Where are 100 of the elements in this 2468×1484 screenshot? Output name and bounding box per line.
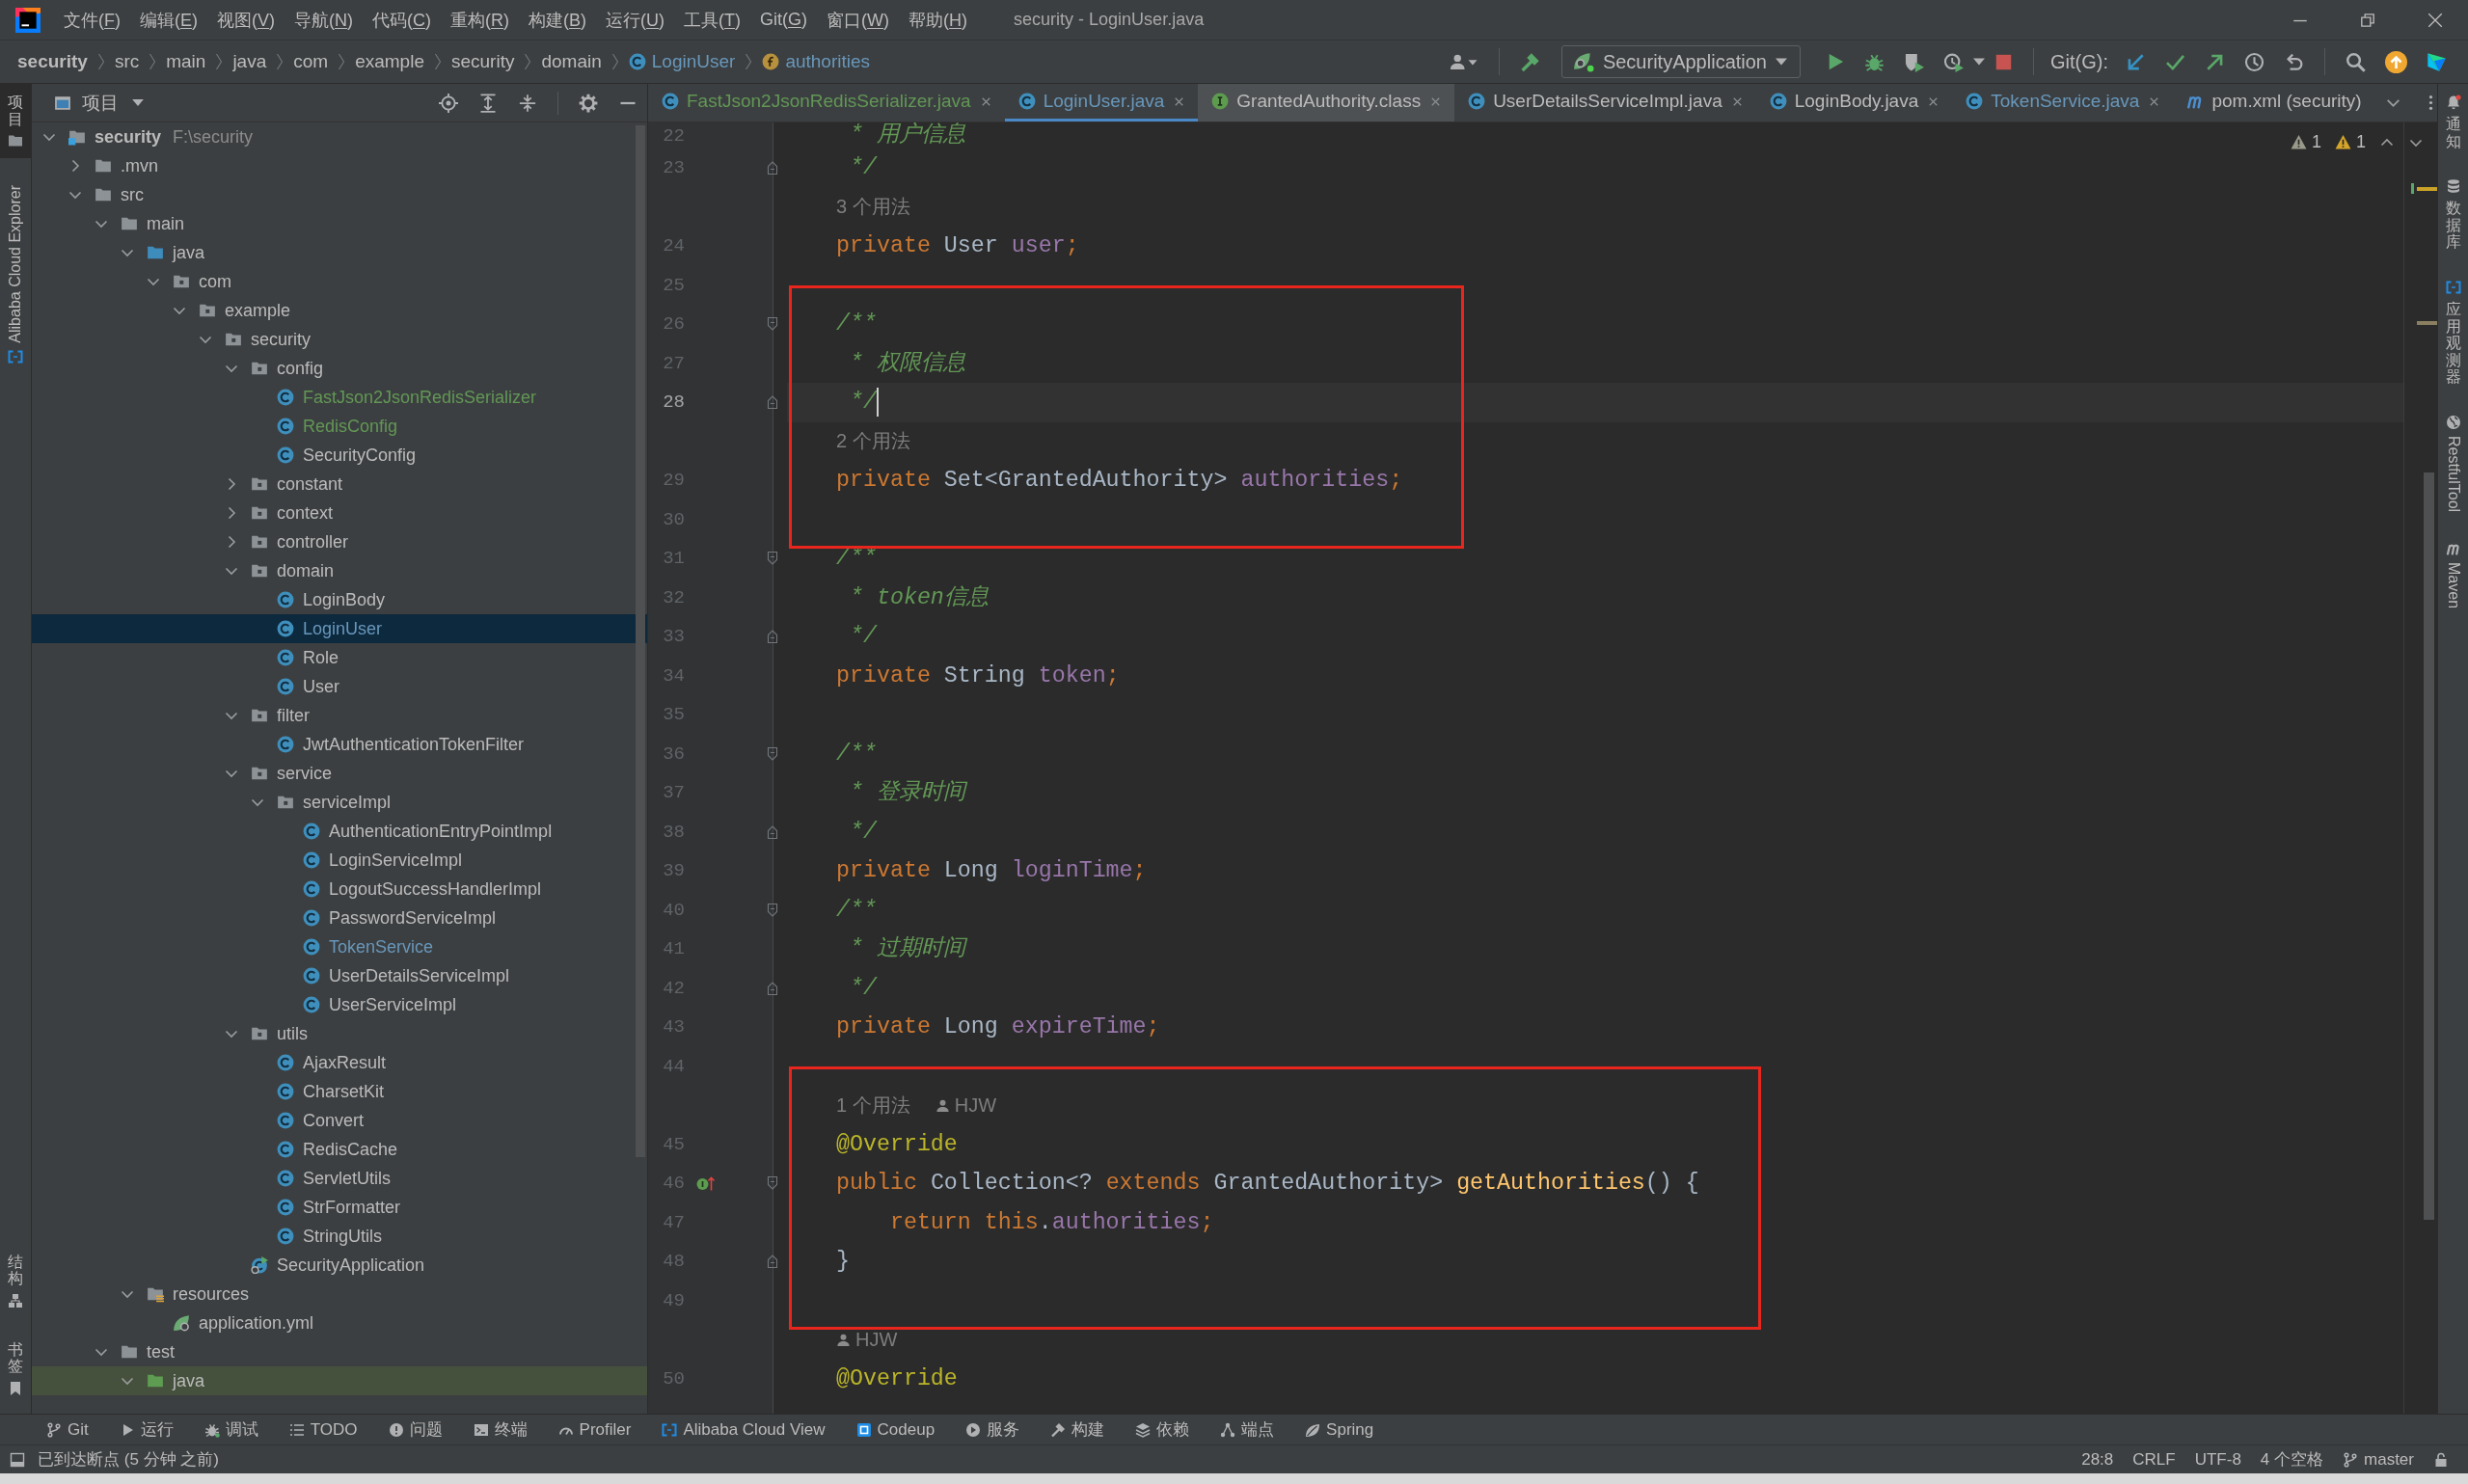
tree-item[interactable]: constant	[32, 470, 647, 499]
tool-window-button[interactable]: 书签	[0, 1331, 31, 1406]
tree-item[interactable]: CharsetKit	[32, 1077, 647, 1106]
editor-tab[interactable]: GrantedAuthority.class	[1198, 84, 1455, 121]
fold-marker-icon[interactable]	[765, 902, 780, 918]
breadcrumb[interactable]: example	[355, 51, 424, 72]
usage-hint[interactable]: 3 个用法	[836, 194, 910, 221]
lock-icon[interactable]	[2433, 1451, 2449, 1468]
breadcrumb[interactable]: main	[166, 51, 206, 72]
hammer-icon[interactable]	[1519, 51, 1540, 72]
fold-marker-icon[interactable]	[765, 160, 780, 176]
menu-item[interactable]: Git(G)	[760, 8, 808, 32]
tree-item[interactable]: filter	[32, 701, 647, 730]
scrollbar-thumb[interactable]	[2424, 472, 2434, 1220]
tree-item[interactable]: src	[32, 180, 647, 209]
tree-item[interactable]: LoginUser	[32, 614, 647, 643]
tool-window-button[interactable]: Profiler	[556, 1416, 634, 1444]
tree-item[interactable]: Role	[32, 643, 647, 672]
tool-window-button[interactable]: 数据库	[2438, 171, 2468, 258]
project-view-selector[interactable]: 项目	[82, 90, 144, 116]
tool-window-button[interactable]: 端点	[1218, 1416, 1277, 1444]
line-separator[interactable]: CRLF	[2132, 1449, 2176, 1470]
tool-window-button[interactable]: 应用观测器	[2438, 271, 2468, 393]
clock-icon[interactable]	[2244, 51, 2265, 72]
fold-marker-icon[interactable]	[765, 316, 780, 333]
breadcrumb[interactable]: LoginUser	[628, 51, 736, 72]
tree-item[interactable]: LoginServiceImpl	[32, 846, 647, 875]
tool-window-button[interactable]: Alibaba Cloud Explorer	[0, 175, 31, 374]
tree-item[interactable]: domain	[32, 556, 647, 585]
tree-item[interactable]: SecurityApplication	[32, 1251, 647, 1280]
menu-item[interactable]: 编辑(E)	[140, 8, 198, 32]
tree-item[interactable]: example	[32, 296, 647, 325]
tree-item[interactable]: UserServiceImpl	[32, 990, 647, 1019]
tree-item[interactable]: LoginBody	[32, 585, 647, 614]
tree-item[interactable]: java	[32, 1366, 647, 1395]
expand-all-icon[interactable]	[478, 93, 498, 113]
tool-window-button[interactable]: Spring	[1303, 1416, 1376, 1444]
tree-item[interactable]: security	[32, 325, 647, 354]
tool-window-button[interactable]: 依赖	[1133, 1416, 1192, 1444]
tool-window-button[interactable]: 运行	[117, 1416, 176, 1444]
inspection-counter[interactable]: 1	[2335, 132, 2366, 152]
tree-item[interactable]: User	[32, 672, 647, 701]
tree-item[interactable]: context	[32, 499, 647, 527]
stop-icon[interactable]	[1994, 52, 2013, 71]
usage-hint[interactable]: 2 个用法	[836, 428, 910, 455]
caret-icon[interactable]	[1973, 58, 1985, 66]
tree-item[interactable]: test	[32, 1337, 647, 1366]
tree-item[interactable]: service	[32, 759, 647, 788]
fold-marker-icon[interactable]	[765, 1254, 780, 1270]
tree-item[interactable]: main	[32, 209, 647, 238]
breadcrumb[interactable]: domain	[541, 51, 602, 72]
close-icon[interactable]	[2427, 11, 2444, 29]
profiler-icon[interactable]	[1943, 51, 1964, 72]
author-hint[interactable]: HJW	[954, 1093, 996, 1117]
tree-item[interactable]: StrFormatter	[32, 1193, 647, 1222]
tool-window-button[interactable]: RestfulTool	[2438, 406, 2468, 521]
tool-window-button[interactable]: 项目	[0, 84, 31, 159]
tree-item[interactable]: PasswordServiceImpl	[32, 904, 647, 932]
tree-item[interactable]: LogoutSuccessHandlerImpl	[32, 875, 647, 904]
tree-item[interactable]: com	[32, 267, 647, 296]
git-branch-widget[interactable]: master	[2343, 1449, 2414, 1470]
menu-item[interactable]: 文件(F)	[64, 8, 121, 32]
editor-tab[interactable]: TokenService.java	[1952, 84, 2174, 121]
settings-icon[interactable]	[579, 93, 598, 113]
menu-item[interactable]: 帮助(H)	[909, 8, 968, 32]
tree-item[interactable]: StringUtils	[32, 1222, 647, 1251]
menu-item[interactable]: 代码(C)	[372, 8, 432, 32]
collapse-all-icon[interactable]	[518, 93, 537, 113]
tree-item[interactable]: security F:\security	[32, 122, 647, 151]
tree-item[interactable]: RedisConfig	[32, 412, 647, 441]
crosshair-icon[interactable]	[439, 93, 458, 113]
breadcrumb[interactable]: security	[451, 51, 515, 72]
restore-icon[interactable]	[2359, 11, 2376, 29]
tool-window-button[interactable]: 通知	[2438, 87, 2468, 158]
search-icon[interactable]	[2346, 51, 2366, 72]
tree-item[interactable]: ServletUtils	[32, 1164, 647, 1193]
tool-window-button[interactable]: TODO	[286, 1416, 360, 1444]
tree-item[interactable]: JwtAuthenticationTokenFilter	[32, 730, 647, 759]
editor-tab[interactable]: LoginBody.java	[1755, 84, 1953, 121]
implements-icon[interactable]	[696, 1175, 716, 1192]
menu-item[interactable]: 窗口(W)	[827, 8, 890, 32]
fold-marker-icon[interactable]	[765, 1175, 780, 1192]
fold-marker-icon[interactable]	[765, 551, 780, 567]
tool-window-button[interactable]: Maven	[2438, 533, 2468, 617]
menu-item[interactable]: 工具(T)	[684, 8, 742, 32]
menu-item[interactable]: 运行(U)	[606, 8, 665, 32]
tree-item[interactable]: RedisCache	[32, 1135, 647, 1164]
tool-window-button[interactable]: 结构	[0, 1243, 31, 1318]
scrollbar-thumb[interactable]	[636, 125, 645, 1157]
breadcrumb[interactable]: security	[17, 51, 88, 72]
coverage-icon[interactable]	[1904, 51, 1924, 72]
fold-marker-icon[interactable]	[765, 980, 780, 996]
update-icon[interactable]	[2385, 50, 2407, 73]
tree-item[interactable]: controller	[32, 527, 647, 556]
tool-window-button[interactable]: 调试	[202, 1416, 260, 1444]
fold-marker-icon[interactable]	[765, 394, 780, 411]
menu-item[interactable]: 视图(V)	[217, 8, 276, 32]
breadcrumb[interactable]: src	[114, 51, 140, 72]
editor-tab[interactable]: UserDetailsServiceImpl.java	[1454, 84, 1756, 121]
usage-hint[interactable]: 1 个用法	[836, 1092, 910, 1119]
